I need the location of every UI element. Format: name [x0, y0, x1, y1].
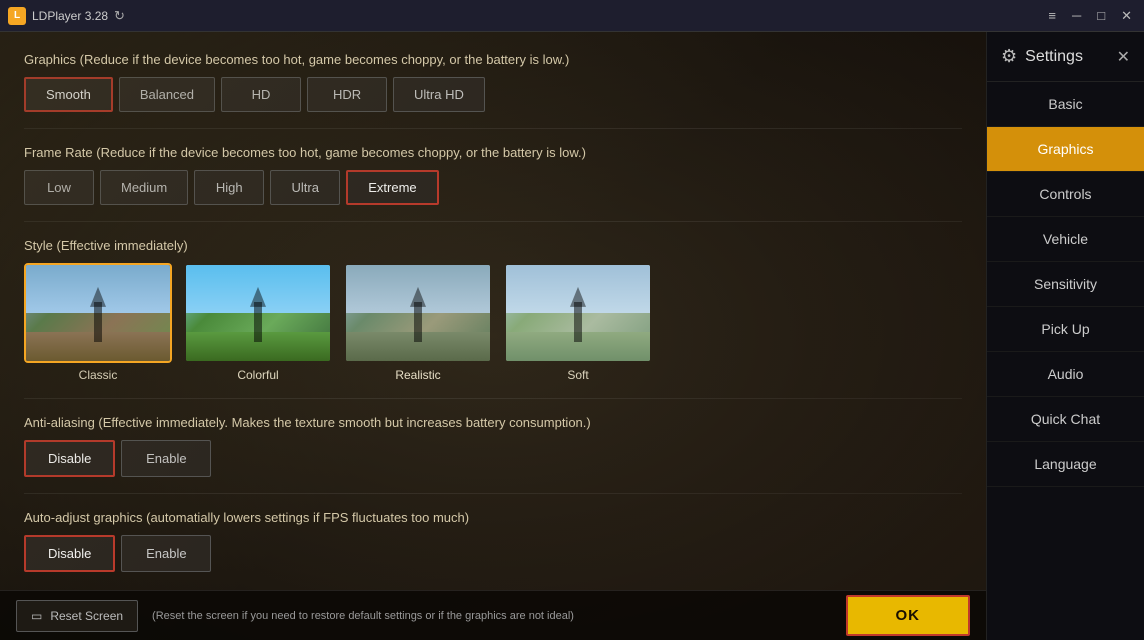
style-realistic[interactable]: Realistic: [344, 263, 492, 382]
settings-title-text: Settings: [1025, 48, 1083, 66]
graphics-quality-label: Graphics (Reduce if the device becomes t…: [24, 52, 962, 67]
antialiasing-buttons: Disable Enable: [24, 440, 962, 477]
gear-icon: ⚙: [1001, 46, 1017, 67]
autoadjust-label: Auto-adjust graphics (automatially lower…: [24, 510, 962, 525]
bottom-bar: ▭ Reset Screen (Reset the screen if you …: [0, 590, 986, 640]
frame-rate-section: Frame Rate (Reduce if the device becomes…: [24, 145, 962, 205]
sidebar-close-button[interactable]: ✕: [1117, 47, 1130, 67]
sidebar-header: ⚙ Settings ✕: [987, 32, 1144, 82]
antialiasing-enable-btn[interactable]: Enable: [121, 440, 211, 477]
sidebar-item-basic[interactable]: Basic: [987, 82, 1144, 127]
fps-low-btn[interactable]: Low: [24, 170, 94, 205]
autoadjust-buttons: Disable Enable: [24, 535, 962, 572]
tower-icon-classic: [94, 302, 102, 342]
style-soft[interactable]: Soft: [504, 263, 652, 382]
main-layout: Graphics (Reduce if the device becomes t…: [0, 32, 1144, 640]
title-bar: L LDPlayer 3.28 ↻ ≡ ─ □ ✕: [0, 0, 1144, 32]
fps-extreme-btn[interactable]: Extreme: [346, 170, 438, 205]
sidebar: ⚙ Settings ✕ Basic Graphics Controls Veh…: [986, 32, 1144, 640]
style-realistic-thumb: [344, 263, 492, 363]
reset-screen-icon: ▭: [31, 609, 42, 623]
style-grid: Classic Colorful: [24, 263, 962, 382]
style-colorful[interactable]: Colorful: [184, 263, 332, 382]
divider-2: [24, 221, 962, 222]
style-soft-thumb: [504, 263, 652, 363]
close-icon[interactable]: ✕: [1117, 8, 1136, 24]
refresh-icon[interactable]: ↻: [114, 8, 125, 24]
graphics-ultrahd-btn[interactable]: Ultra HD: [393, 77, 485, 112]
graphics-quality-buttons: Smooth Balanced HD HDR Ultra HD: [24, 77, 962, 112]
sidebar-item-language[interactable]: Language: [987, 442, 1144, 487]
reset-screen-button[interactable]: ▭ Reset Screen: [16, 600, 138, 632]
graphics-hd-btn[interactable]: HD: [221, 77, 301, 112]
menu-icon[interactable]: ≡: [1044, 8, 1060, 24]
sidebar-item-graphics[interactable]: Graphics: [987, 127, 1144, 172]
style-soft-label: Soft: [504, 368, 652, 382]
style-classic-label: Classic: [24, 368, 172, 382]
sidebar-item-audio[interactable]: Audio: [987, 352, 1144, 397]
settings-title: ⚙ Settings: [1001, 46, 1083, 67]
ok-button[interactable]: OK: [846, 595, 971, 636]
style-classic[interactable]: Classic: [24, 263, 172, 382]
tower-icon-colorful: [254, 302, 262, 342]
tower-icon-soft: [574, 302, 582, 342]
graphics-smooth-btn[interactable]: Smooth: [24, 77, 113, 112]
content-area: Graphics (Reduce if the device becomes t…: [0, 32, 986, 640]
antialiasing-section: Anti-aliasing (Effective immediately. Ma…: [24, 415, 962, 477]
sidebar-item-controls[interactable]: Controls: [987, 172, 1144, 217]
tower-icon-realistic: [414, 302, 422, 342]
sidebar-item-pickup[interactable]: Pick Up: [987, 307, 1144, 352]
reset-screen-label: Reset Screen: [50, 609, 123, 623]
graphics-quality-section: Graphics (Reduce if the device becomes t…: [24, 52, 962, 112]
fps-ultra-btn[interactable]: Ultra: [270, 170, 340, 205]
fps-high-btn[interactable]: High: [194, 170, 264, 205]
style-colorful-thumb: [184, 263, 332, 363]
divider-4: [24, 493, 962, 494]
divider-3: [24, 398, 962, 399]
autoadjust-enable-btn[interactable]: Enable: [121, 535, 211, 572]
style-realistic-label: Realistic: [344, 368, 492, 382]
app-logo: L: [8, 7, 26, 25]
graphics-balanced-btn[interactable]: Balanced: [119, 77, 215, 112]
bottom-note: (Reset the screen if you need to restore…: [152, 610, 845, 622]
fps-medium-btn[interactable]: Medium: [100, 170, 188, 205]
minimize-icon[interactable]: ─: [1068, 8, 1085, 24]
style-section: Style (Effective immediately) Classic: [24, 238, 962, 382]
antialiasing-disable-btn[interactable]: Disable: [24, 440, 115, 477]
divider-1: [24, 128, 962, 129]
graphics-hdr-btn[interactable]: HDR: [307, 77, 387, 112]
style-classic-thumb: [24, 263, 172, 363]
maximize-icon[interactable]: □: [1093, 8, 1109, 24]
frame-rate-buttons: Low Medium High Ultra Extreme: [24, 170, 962, 205]
sidebar-item-vehicle[interactable]: Vehicle: [987, 217, 1144, 262]
sidebar-item-quickchat[interactable]: Quick Chat: [987, 397, 1144, 442]
autoadjust-section: Auto-adjust graphics (automatially lower…: [24, 510, 962, 572]
sidebar-item-sensitivity[interactable]: Sensitivity: [987, 262, 1144, 307]
style-label: Style (Effective immediately): [24, 238, 962, 253]
app-title: LDPlayer 3.28: [32, 9, 108, 23]
window-controls: ≡ ─ □ ✕: [1044, 8, 1136, 24]
autoadjust-disable-btn[interactable]: Disable: [24, 535, 115, 572]
style-colorful-label: Colorful: [184, 368, 332, 382]
antialiasing-label: Anti-aliasing (Effective immediately. Ma…: [24, 415, 962, 430]
frame-rate-label: Frame Rate (Reduce if the device becomes…: [24, 145, 962, 160]
